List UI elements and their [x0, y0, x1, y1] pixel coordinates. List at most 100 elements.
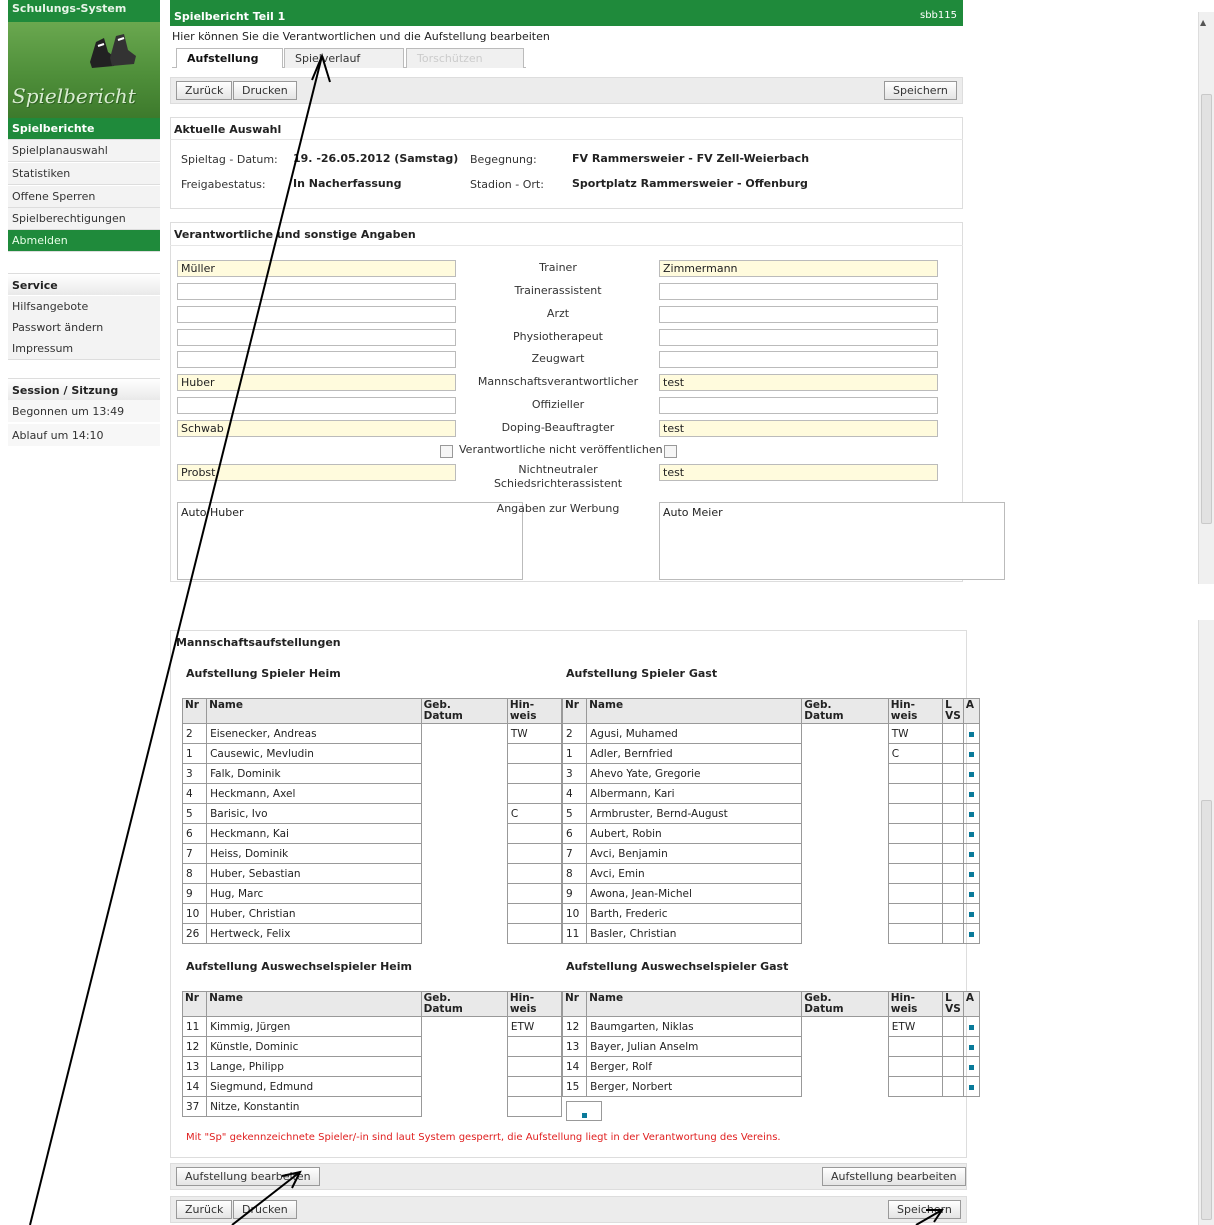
- official-away-input[interactable]: [659, 306, 938, 323]
- add-away-sub-row[interactable]: [566, 1101, 602, 1121]
- player-lvs[interactable]: [942, 843, 964, 864]
- player-lvs[interactable]: [942, 1016, 964, 1037]
- player-lvs[interactable]: [942, 1076, 964, 1097]
- table-row[interactable]: 26 Hertweck, Felix: [181, 923, 563, 944]
- player-a[interactable]: [962, 823, 981, 844]
- official-home-input[interactable]: Schwab: [177, 420, 456, 437]
- sidebar-item-abmelden[interactable]: Abmelden: [8, 230, 160, 252]
- table-row[interactable]: 11 Basler, Christian: [561, 923, 981, 944]
- print-button-bottom[interactable]: Drucken: [233, 1200, 297, 1219]
- player-a[interactable]: [962, 783, 981, 804]
- official-away-input[interactable]: [659, 329, 938, 346]
- table-row[interactable]: 13 Bayer, Julian Anselm: [561, 1036, 981, 1057]
- player-lvs[interactable]: [942, 883, 964, 904]
- table-row[interactable]: 3 Falk, Dominik: [181, 763, 563, 784]
- table-row[interactable]: 2 Eisenecker, Andreas TW: [181, 723, 563, 744]
- official-away-input[interactable]: test: [659, 420, 938, 437]
- table-row[interactable]: 7 Avci, Benjamin: [561, 843, 981, 864]
- sidebar-item-spielplanauswahl[interactable]: Spielplanauswahl: [8, 140, 160, 162]
- save-button-bottom[interactable]: Speichern: [888, 1200, 961, 1219]
- player-lvs[interactable]: [942, 783, 964, 804]
- player-a[interactable]: [962, 1036, 981, 1057]
- back-button-bottom[interactable]: Zurück: [176, 1200, 233, 1219]
- player-a[interactable]: [962, 803, 981, 824]
- table-row[interactable]: 12 Baumgarten, Niklas ETW: [561, 1016, 981, 1037]
- scrollbar-top[interactable]: [1198, 12, 1214, 584]
- official-home-input[interactable]: Müller: [177, 260, 456, 277]
- official-away-input[interactable]: [659, 351, 938, 368]
- player-lvs[interactable]: [942, 923, 964, 944]
- official-home-input[interactable]: [177, 397, 456, 414]
- scrollbar-top-thumb[interactable]: [1201, 94, 1212, 524]
- official-home-input[interactable]: [177, 351, 456, 368]
- table-row[interactable]: 5 Barisic, Ivo C: [181, 803, 563, 824]
- table-row[interactable]: 4 Albermann, Kari: [561, 783, 981, 804]
- neutral-assistant-home-input[interactable]: Probst: [177, 464, 456, 481]
- player-lvs[interactable]: [942, 803, 964, 824]
- table-row[interactable]: 14 Siegmund, Edmund: [181, 1076, 563, 1097]
- sidebar-item-offene-sperren[interactable]: Offene Sperren: [8, 186, 160, 208]
- neutral-assistant-away-input[interactable]: test: [659, 464, 938, 481]
- table-row[interactable]: 8 Huber, Sebastian: [181, 863, 563, 884]
- player-a[interactable]: [962, 763, 981, 784]
- table-row[interactable]: 9 Hug, Marc: [181, 883, 563, 904]
- save-button[interactable]: Speichern: [884, 81, 957, 100]
- sidebar-item-hilfsangebote[interactable]: Hilfsangebote: [8, 296, 160, 318]
- ads-away-textarea[interactable]: Auto Meier: [659, 502, 1005, 580]
- official-away-input[interactable]: Zimmermann: [659, 260, 938, 277]
- player-lvs[interactable]: [942, 823, 964, 844]
- sidebar-item-statistiken[interactable]: Statistiken: [8, 163, 160, 185]
- player-lvs[interactable]: [942, 903, 964, 924]
- table-row[interactable]: 2 Agusi, Muhamed TW: [561, 723, 981, 744]
- table-row[interactable]: 9 Awona, Jean-Michel: [561, 883, 981, 904]
- player-lvs[interactable]: [942, 863, 964, 884]
- hide-officials-home-checkbox[interactable]: [440, 445, 453, 458]
- scroll-up-arrow-icon[interactable]: ▲: [1200, 18, 1206, 27]
- table-row[interactable]: 3 Ahevo Yate, Gregorie: [561, 763, 981, 784]
- edit-home-lineup-button[interactable]: Aufstellung bearbeiten: [176, 1167, 320, 1186]
- official-home-input[interactable]: [177, 329, 456, 346]
- sidebar-item-spielberechtigungen[interactable]: Spielberechtigungen: [8, 208, 160, 230]
- player-a[interactable]: [962, 1076, 981, 1097]
- hide-officials-away-checkbox[interactable]: [664, 445, 677, 458]
- table-row[interactable]: 12 Künstle, Dominic: [181, 1036, 563, 1057]
- tab-spielverlauf[interactable]: Spielverlauf: [284, 48, 404, 68]
- table-row[interactable]: 1 Causewic, Mevludin: [181, 743, 563, 764]
- player-a[interactable]: [962, 883, 981, 904]
- print-button[interactable]: Drucken: [233, 81, 297, 100]
- tab-torschuetzen[interactable]: Torschützen: [406, 48, 524, 68]
- official-away-input[interactable]: test: [659, 374, 938, 391]
- scrollbar-bottom-thumb[interactable]: [1201, 800, 1212, 1220]
- table-row[interactable]: 5 Armbruster, Bernd-August: [561, 803, 981, 824]
- player-a[interactable]: [962, 863, 981, 884]
- table-row[interactable]: 1 Adler, Bernfried C: [561, 743, 981, 764]
- official-away-input[interactable]: [659, 397, 938, 414]
- player-lvs[interactable]: [942, 723, 964, 744]
- table-row[interactable]: 8 Avci, Emin: [561, 863, 981, 884]
- table-row[interactable]: 14 Berger, Rolf: [561, 1056, 981, 1077]
- table-row[interactable]: 10 Barth, Frederic: [561, 903, 981, 924]
- official-home-input[interactable]: [177, 283, 456, 300]
- official-away-input[interactable]: [659, 283, 938, 300]
- table-row[interactable]: 6 Aubert, Robin: [561, 823, 981, 844]
- table-row[interactable]: 10 Huber, Christian: [181, 903, 563, 924]
- tab-aufstellung[interactable]: Aufstellung: [176, 48, 283, 68]
- official-home-input[interactable]: Huber: [177, 374, 456, 391]
- player-a[interactable]: [962, 1016, 981, 1037]
- player-lvs[interactable]: [942, 1036, 964, 1057]
- table-row[interactable]: 7 Heiss, Dominik: [181, 843, 563, 864]
- table-row[interactable]: 6 Heckmann, Kai: [181, 823, 563, 844]
- table-row[interactable]: 37 Nitze, Konstantin: [181, 1096, 563, 1117]
- player-a[interactable]: [962, 723, 981, 744]
- edit-away-lineup-button[interactable]: Aufstellung bearbeiten: [822, 1167, 966, 1186]
- table-row[interactable]: 15 Berger, Norbert: [561, 1076, 981, 1097]
- player-lvs[interactable]: [942, 1056, 964, 1077]
- table-row[interactable]: 4 Heckmann, Axel: [181, 783, 563, 804]
- sidebar-section-spielberichte[interactable]: Spielberichte: [8, 118, 160, 140]
- player-a[interactable]: [962, 903, 981, 924]
- player-lvs[interactable]: [942, 763, 964, 784]
- player-a[interactable]: [962, 923, 981, 944]
- player-a[interactable]: [962, 843, 981, 864]
- player-a[interactable]: [962, 1056, 981, 1077]
- sidebar-item-impressum[interactable]: Impressum: [8, 338, 160, 360]
